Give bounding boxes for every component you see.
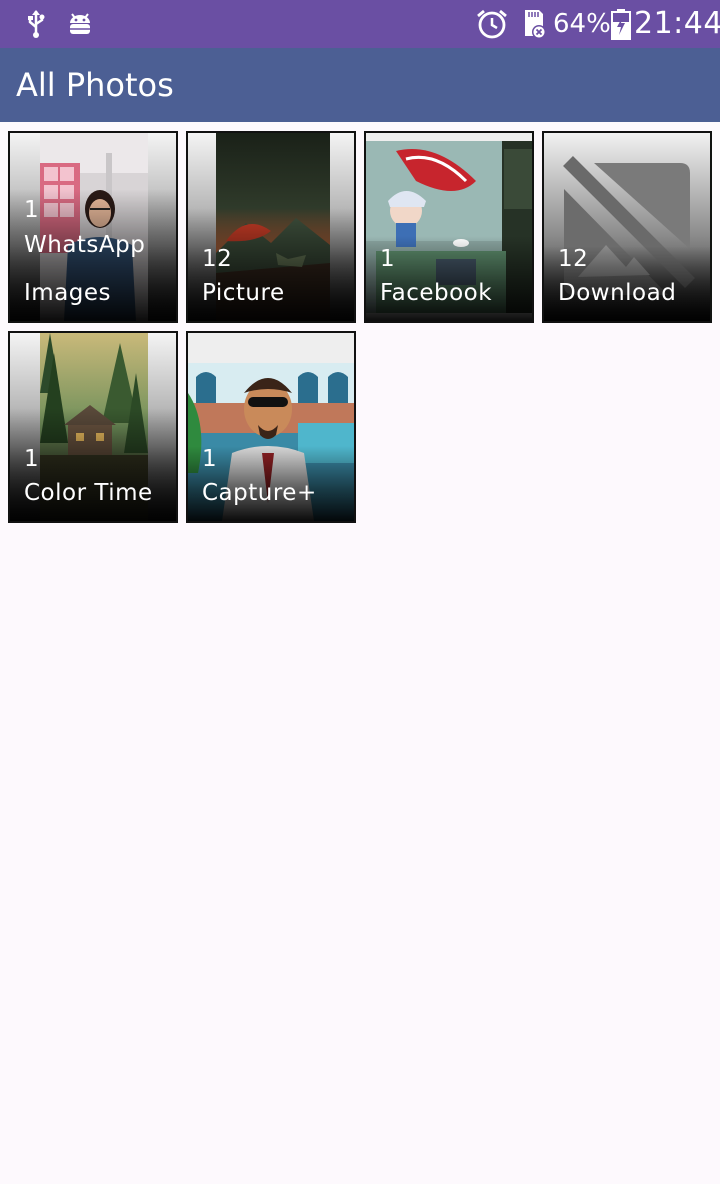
album-name-line2: Images: [24, 280, 112, 306]
usb-icon: [22, 8, 50, 40]
android-debug-icon: [64, 8, 96, 40]
page-title: All Photos: [16, 66, 174, 104]
album-tile-download[interactable]: 12 Download: [542, 131, 712, 323]
album-name: Color Time: [24, 480, 153, 506]
album-name: Facebook: [380, 280, 493, 306]
album-tile-capture-plus[interactable]: 1 Capture+: [186, 331, 356, 523]
battery-percent: 64%: [553, 9, 611, 39]
album-tile-whatsapp-images[interactable]: 1 WhatsApp Images: [8, 131, 178, 323]
app-bar: All Photos: [0, 48, 720, 122]
album-tile-picture[interactable]: 12 Picture: [186, 131, 356, 323]
album-name: Download: [558, 280, 677, 306]
album-tile-color-time[interactable]: 1 Color Time: [8, 331, 178, 523]
clock-time: 21:44: [634, 6, 720, 41]
battery-charging-icon: [610, 8, 632, 40]
status-bar: 64% 21:44: [0, 0, 720, 48]
alarm-icon: [474, 8, 510, 40]
album-count: 1: [24, 197, 40, 223]
album-name-line1: WhatsApp: [24, 232, 146, 258]
album-tile-facebook[interactable]: 1 Facebook: [364, 131, 534, 323]
sd-card-error-icon: [520, 8, 548, 40]
album-name: Picture: [202, 280, 285, 306]
album-name: Capture+: [202, 480, 317, 506]
